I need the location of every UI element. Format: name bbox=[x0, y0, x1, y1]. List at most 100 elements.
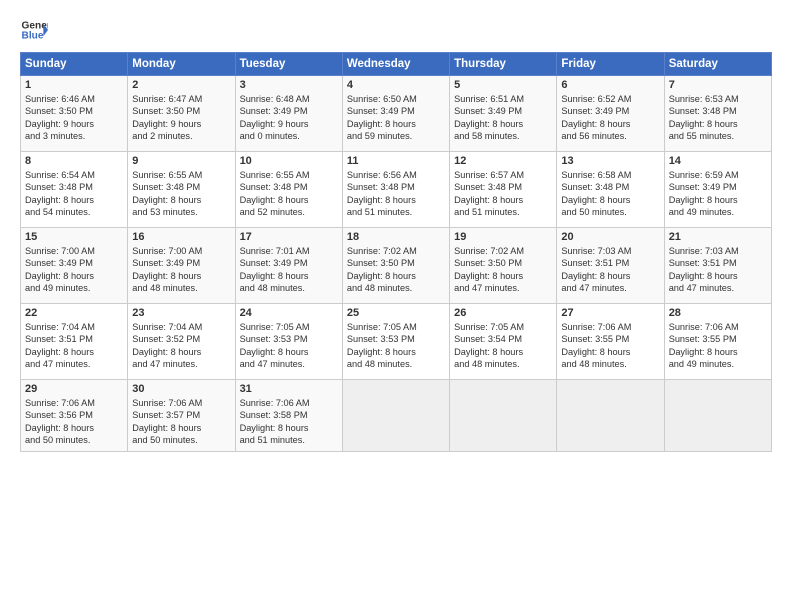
calendar-cell: 6 Sunrise: 6:52 AMSunset: 3:49 PMDaylight… bbox=[557, 76, 664, 152]
day-number: 26 bbox=[454, 307, 552, 319]
calendar-cell: 16 Sunrise: 7:00 AMSunset: 3:49 PMDayligh… bbox=[128, 228, 235, 304]
cell-content: Sunrise: 6:52 AMSunset: 3:49 PMDaylight:… bbox=[561, 93, 659, 143]
calendar-cell: 18 Sunrise: 7:02 AMSunset: 3:50 PMDayligh… bbox=[342, 228, 449, 304]
day-number: 19 bbox=[454, 231, 552, 243]
day-number: 31 bbox=[240, 383, 338, 395]
week-row-4: 22 Sunrise: 7:04 AMSunset: 3:51 PMDayligh… bbox=[21, 304, 772, 380]
calendar-cell: 4 Sunrise: 6:50 AMSunset: 3:49 PMDaylight… bbox=[342, 76, 449, 152]
cell-content: Sunrise: 6:57 AMSunset: 3:48 PMDaylight:… bbox=[454, 169, 552, 219]
calendar-cell bbox=[342, 380, 449, 452]
calendar-cell: 22 Sunrise: 7:04 AMSunset: 3:51 PMDayligh… bbox=[21, 304, 128, 380]
calendar-cell: 8 Sunrise: 6:54 AMSunset: 3:48 PMDaylight… bbox=[21, 152, 128, 228]
week-row-3: 15 Sunrise: 7:00 AMSunset: 3:49 PMDayligh… bbox=[21, 228, 772, 304]
day-header-monday: Monday bbox=[128, 53, 235, 76]
logo-icon: General Blue bbox=[20, 16, 48, 44]
calendar-cell: 9 Sunrise: 6:55 AMSunset: 3:48 PMDaylight… bbox=[128, 152, 235, 228]
day-number: 5 bbox=[454, 79, 552, 91]
day-number: 7 bbox=[669, 79, 767, 91]
day-number: 24 bbox=[240, 307, 338, 319]
cell-content: Sunrise: 6:50 AMSunset: 3:49 PMDaylight:… bbox=[347, 93, 445, 143]
day-number: 20 bbox=[561, 231, 659, 243]
cell-content: Sunrise: 7:06 AMSunset: 3:55 PMDaylight:… bbox=[561, 321, 659, 371]
week-row-1: 1 Sunrise: 6:46 AMSunset: 3:50 PMDaylight… bbox=[21, 76, 772, 152]
day-header-thursday: Thursday bbox=[450, 53, 557, 76]
calendar-cell: 13Sunrise: 6:58 AMSunset: 3:48 PMDayligh… bbox=[557, 152, 664, 228]
cell-content: Sunrise: 7:05 AMSunset: 3:54 PMDaylight:… bbox=[454, 321, 552, 371]
calendar-cell: 23Sunrise: 7:04 AMSunset: 3:52 PMDayligh… bbox=[128, 304, 235, 380]
day-number: 12 bbox=[454, 155, 552, 167]
cell-content: Sunrise: 7:00 AMSunset: 3:49 PMDaylight:… bbox=[25, 245, 123, 295]
cell-content: Sunrise: 6:54 AMSunset: 3:48 PMDaylight:… bbox=[25, 169, 123, 219]
calendar-cell: 31Sunrise: 7:06 AMSunset: 3:58 PMDayligh… bbox=[235, 380, 342, 452]
week-row-2: 8 Sunrise: 6:54 AMSunset: 3:48 PMDaylight… bbox=[21, 152, 772, 228]
day-header-wednesday: Wednesday bbox=[342, 53, 449, 76]
calendar-cell: 21 Sunrise: 7:03 AMSunset: 3:51 PMDayligh… bbox=[664, 228, 771, 304]
cell-content: Sunrise: 7:03 AMSunset: 3:51 PMDaylight:… bbox=[669, 245, 767, 295]
calendar-cell: 10Sunrise: 6:55 AMSunset: 3:48 PMDayligh… bbox=[235, 152, 342, 228]
cell-content: Sunrise: 6:59 AMSunset: 3:49 PMDaylight:… bbox=[669, 169, 767, 219]
cell-content: Sunrise: 6:48 AMSunset: 3:49 PMDaylight:… bbox=[240, 93, 338, 143]
calendar-cell bbox=[557, 380, 664, 452]
day-number: 6 bbox=[561, 79, 659, 91]
header: General Blue bbox=[20, 16, 772, 44]
calendar-cell: 26 Sunrise: 7:05 AMSunset: 3:54 PMDayligh… bbox=[450, 304, 557, 380]
calendar-cell: 15 Sunrise: 7:00 AMSunset: 3:49 PMDayligh… bbox=[21, 228, 128, 304]
day-header-tuesday: Tuesday bbox=[235, 53, 342, 76]
cell-content: Sunrise: 7:02 AMSunset: 3:50 PMDaylight:… bbox=[454, 245, 552, 295]
day-number: 15 bbox=[25, 231, 123, 243]
day-number: 25 bbox=[347, 307, 445, 319]
calendar-cell: 19 Sunrise: 7:02 AMSunset: 3:50 PMDayligh… bbox=[450, 228, 557, 304]
calendar-cell: 25 Sunrise: 7:05 AMSunset: 3:53 PMDayligh… bbox=[342, 304, 449, 380]
cell-content: Sunrise: 7:06 AMSunset: 3:55 PMDaylight:… bbox=[669, 321, 767, 371]
day-number: 21 bbox=[669, 231, 767, 243]
calendar-cell: 27 Sunrise: 7:06 AMSunset: 3:55 PMDayligh… bbox=[557, 304, 664, 380]
week-row-5: 29Sunrise: 7:06 AMSunset: 3:56 PMDayligh… bbox=[21, 380, 772, 452]
calendar-cell: 12 Sunrise: 6:57 AMSunset: 3:48 PMDayligh… bbox=[450, 152, 557, 228]
cell-content: Sunrise: 7:04 AMSunset: 3:51 PMDaylight:… bbox=[25, 321, 123, 371]
day-number: 8 bbox=[25, 155, 123, 167]
cell-content: Sunrise: 7:06 AMSunset: 3:56 PMDaylight:… bbox=[25, 397, 123, 447]
calendar-header-row: SundayMondayTuesdayWednesdayThursdayFrid… bbox=[21, 53, 772, 76]
day-number: 22 bbox=[25, 307, 123, 319]
day-number: 2 bbox=[132, 79, 230, 91]
calendar-cell: 3Sunrise: 6:48 AMSunset: 3:49 PMDaylight… bbox=[235, 76, 342, 152]
day-number: 9 bbox=[132, 155, 230, 167]
day-number: 1 bbox=[25, 79, 123, 91]
calendar-page: General Blue SundayMondayTuesdayWednesda… bbox=[0, 0, 792, 462]
cell-content: Sunrise: 7:02 AMSunset: 3:50 PMDaylight:… bbox=[347, 245, 445, 295]
day-number: 18 bbox=[347, 231, 445, 243]
calendar-cell: 5Sunrise: 6:51 AMSunset: 3:49 PMDaylight… bbox=[450, 76, 557, 152]
day-number: 11 bbox=[347, 155, 445, 167]
calendar-cell: 1 Sunrise: 6:46 AMSunset: 3:50 PMDaylight… bbox=[21, 76, 128, 152]
day-number: 16 bbox=[132, 231, 230, 243]
cell-content: Sunrise: 6:46 AMSunset: 3:50 PMDaylight:… bbox=[25, 93, 123, 143]
cell-content: Sunrise: 7:05 AMSunset: 3:53 PMDaylight:… bbox=[240, 321, 338, 371]
calendar-table: SundayMondayTuesdayWednesdayThursdayFrid… bbox=[20, 52, 772, 452]
day-number: 14 bbox=[669, 155, 767, 167]
svg-text:Blue: Blue bbox=[22, 31, 44, 42]
calendar-cell: 7 Sunrise: 6:53 AMSunset: 3:48 PMDaylight… bbox=[664, 76, 771, 152]
cell-content: Sunrise: 6:47 AMSunset: 3:50 PMDaylight:… bbox=[132, 93, 230, 143]
day-number: 4 bbox=[347, 79, 445, 91]
calendar-cell: 11 Sunrise: 6:56 AMSunset: 3:48 PMDayligh… bbox=[342, 152, 449, 228]
cell-content: Sunrise: 6:55 AMSunset: 3:48 PMDaylight:… bbox=[132, 169, 230, 219]
day-header-saturday: Saturday bbox=[664, 53, 771, 76]
calendar-cell bbox=[664, 380, 771, 452]
cell-content: Sunrise: 7:00 AMSunset: 3:49 PMDaylight:… bbox=[132, 245, 230, 295]
day-number: 27 bbox=[561, 307, 659, 319]
cell-content: Sunrise: 7:05 AMSunset: 3:53 PMDaylight:… bbox=[347, 321, 445, 371]
day-number: 10 bbox=[240, 155, 338, 167]
cell-content: Sunrise: 6:56 AMSunset: 3:48 PMDaylight:… bbox=[347, 169, 445, 219]
day-header-sunday: Sunday bbox=[21, 53, 128, 76]
cell-content: Sunrise: 7:03 AMSunset: 3:51 PMDaylight:… bbox=[561, 245, 659, 295]
cell-content: Sunrise: 7:06 AMSunset: 3:57 PMDaylight:… bbox=[132, 397, 230, 447]
day-number: 17 bbox=[240, 231, 338, 243]
day-number: 28 bbox=[669, 307, 767, 319]
calendar-cell: 28 Sunrise: 7:06 AMSunset: 3:55 PMDayligh… bbox=[664, 304, 771, 380]
calendar-cell: 29Sunrise: 7:06 AMSunset: 3:56 PMDayligh… bbox=[21, 380, 128, 452]
calendar-cell bbox=[450, 380, 557, 452]
day-number: 30 bbox=[132, 383, 230, 395]
cell-content: Sunrise: 6:53 AMSunset: 3:48 PMDaylight:… bbox=[669, 93, 767, 143]
logo: General Blue bbox=[20, 16, 48, 44]
day-number: 13 bbox=[561, 155, 659, 167]
